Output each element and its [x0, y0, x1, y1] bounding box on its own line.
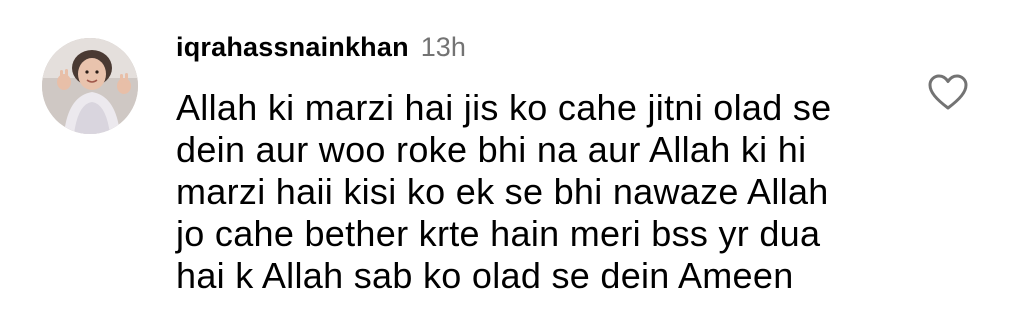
like-button[interactable] [924, 70, 972, 114]
profile-photo-icon [42, 38, 138, 134]
next-comment-partial-text [176, 308, 506, 315]
comment-text: Allah ki marzi hai jis ko cahe jitni ola… [176, 87, 832, 296]
username-link[interactable]: iqrahassnainkhan [176, 32, 409, 63]
heart-outline-icon [928, 74, 968, 110]
comment-item: iqrahassnainkhan 13h Allah ki marzi hai … [0, 0, 1024, 315]
comment-timestamp: 13h [420, 32, 466, 62]
avatar[interactable] [42, 38, 138, 134]
comment-header: iqrahassnainkhan 13h [176, 32, 466, 68]
